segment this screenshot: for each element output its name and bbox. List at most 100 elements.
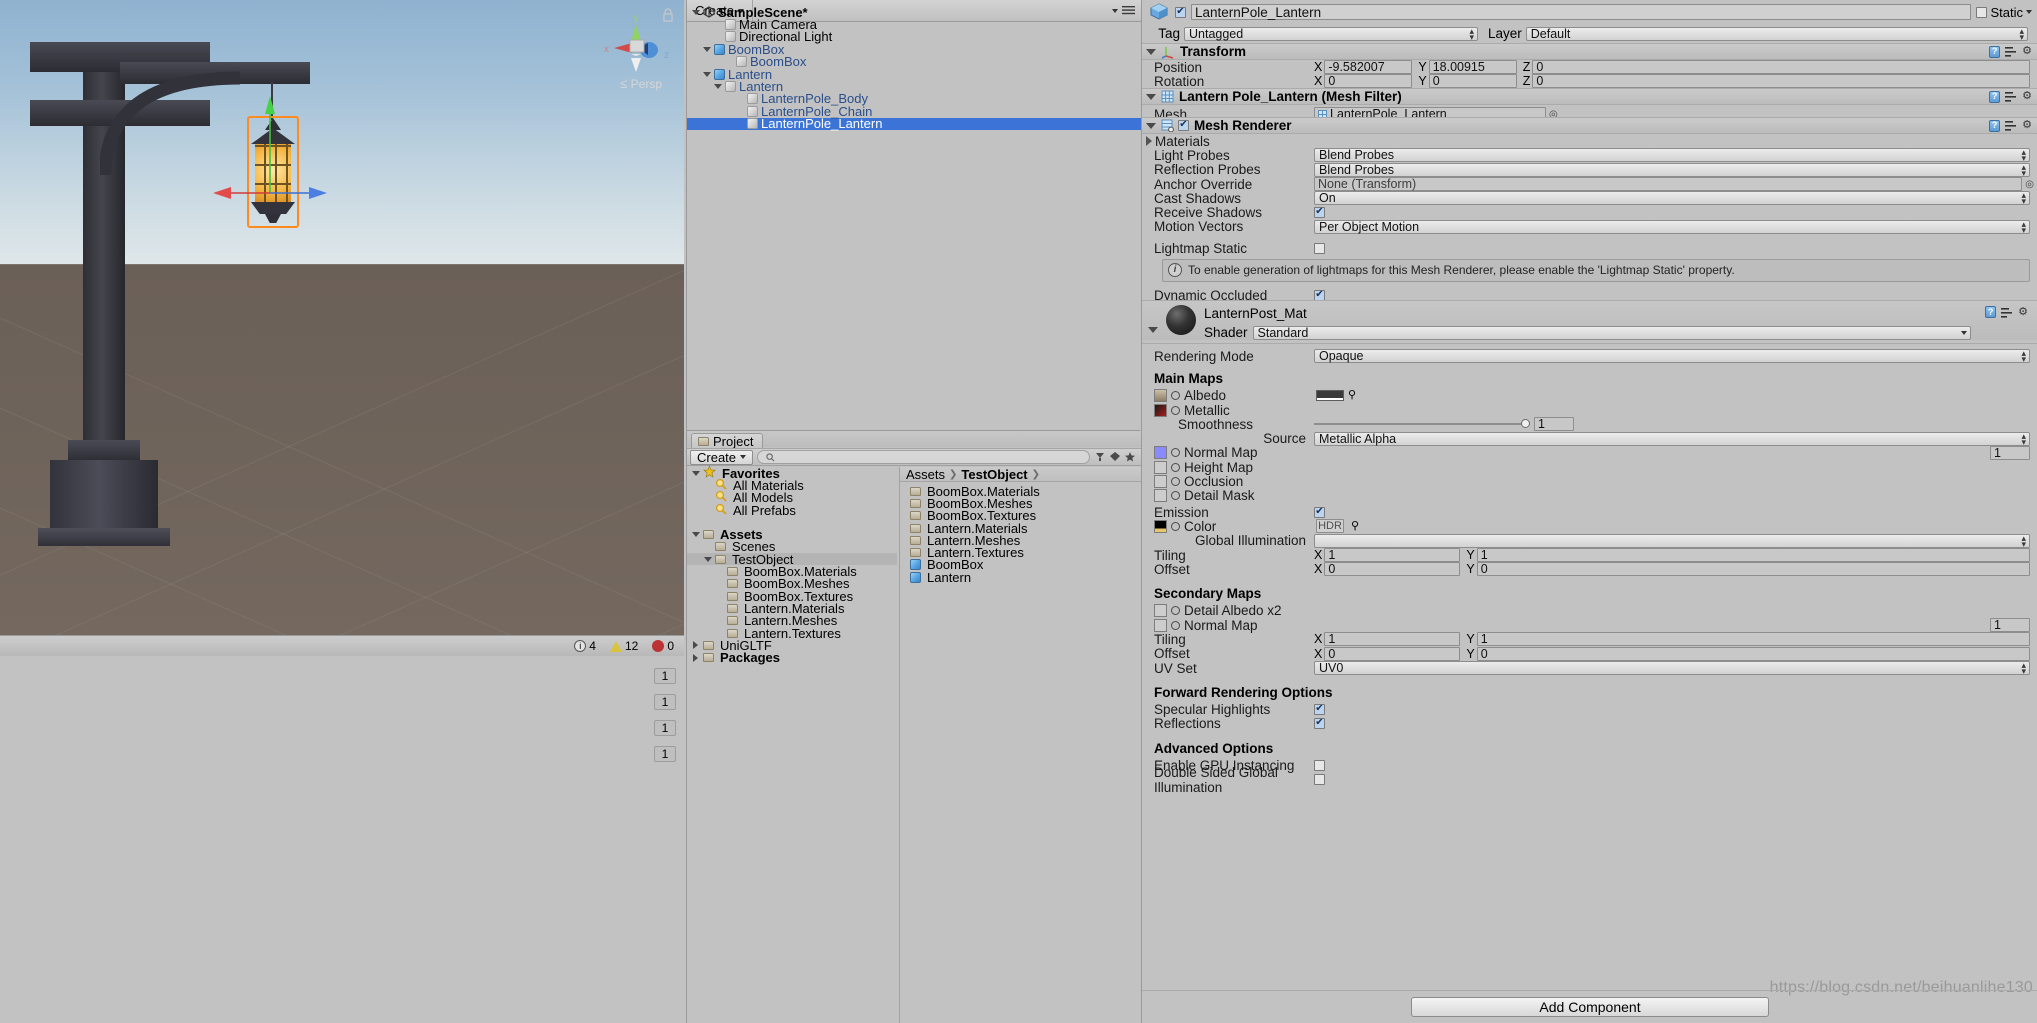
albedo-color-swatch[interactable] — [1316, 390, 1344, 401]
project-search-input[interactable] — [757, 450, 1090, 464]
detail-mask-toggle-icon[interactable] — [1171, 491, 1180, 500]
sec-tiling-x-field[interactable]: 1 — [1324, 632, 1460, 646]
foldout-down-icon[interactable] — [702, 70, 711, 79]
emission-checkbox[interactable] — [1314, 507, 1325, 518]
foldout-down-icon[interactable] — [1146, 49, 1156, 55]
value-box[interactable]: 1 — [654, 746, 676, 762]
sec-offset-x-field[interactable]: 0 — [1324, 647, 1460, 661]
receive-shadows-checkbox[interactable] — [1314, 207, 1325, 218]
metallic-toggle-icon[interactable] — [1171, 406, 1180, 415]
foldout-down-icon[interactable] — [1146, 123, 1156, 129]
breadcrumb[interactable]: Assets❯TestObject❯ — [900, 467, 1142, 482]
specular-highlights-checkbox[interactable] — [1314, 704, 1325, 715]
secondary-normal-toggle-icon[interactable] — [1171, 621, 1180, 630]
detail-albedo-texture-slot[interactable] — [1154, 604, 1167, 617]
detail-mask-texture-slot[interactable] — [1154, 489, 1167, 502]
motion-vectors-dropdown[interactable]: Per Object Motion▴▾ — [1314, 220, 2030, 234]
object-name-field[interactable]: LanternPole_Lantern — [1191, 4, 1971, 20]
hierarchy-item[interactable]: LanternPole_Lantern — [687, 118, 1141, 130]
tab-project[interactable]: Project — [691, 433, 763, 448]
lock-icon[interactable] — [662, 8, 674, 22]
value-box[interactable]: 1 — [654, 720, 676, 736]
smoothness-value-field[interactable]: 1 — [1534, 417, 1574, 431]
hierarchy-tree[interactable]: SampleScene*Main CameraDirectional Light… — [687, 6, 1141, 130]
sec-tiling-y-field[interactable]: 1 — [1477, 632, 2030, 646]
secondary-normal-value-field[interactable]: 1 — [1990, 618, 2030, 632]
metallic-texture-slot[interactable] — [1154, 404, 1167, 417]
object-picker-icon[interactable]: ◎ — [2025, 179, 2034, 190]
foldout-down-icon[interactable] — [1148, 327, 1158, 333]
project-tree-item[interactable]: Assets — [687, 528, 897, 540]
transform-y-field[interactable]: 18.00915 — [1429, 60, 1517, 74]
foldout-down-icon[interactable] — [713, 82, 722, 91]
foldout-down-icon[interactable] — [691, 469, 700, 478]
value-box[interactable]: 1 — [654, 668, 676, 684]
albedo-texture-slot[interactable] — [1154, 389, 1167, 402]
reflections-checkbox[interactable] — [1314, 718, 1325, 729]
height-map-texture-slot[interactable] — [1154, 461, 1167, 474]
mesh-renderer-header[interactable]: Mesh Renderer ? ⚙ — [1142, 117, 2037, 134]
double-sided-gi-checkbox[interactable] — [1314, 774, 1325, 785]
hierarchy-item[interactable]: Lantern — [687, 80, 1141, 92]
albedo-toggle-icon[interactable] — [1171, 391, 1180, 400]
hdr-color-field[interactable]: HDR — [1316, 519, 1344, 533]
transform-header[interactable]: Transform ? ⚙ — [1142, 43, 2037, 60]
preset-icon[interactable] — [2005, 120, 2017, 131]
add-component-button[interactable]: Add Component — [1411, 997, 1769, 1017]
eyedropper-icon[interactable]: ⚲ — [1348, 390, 1356, 401]
global-illumination-dropdown[interactable]: ▴▾ — [1314, 534, 2030, 548]
foldout-down-icon[interactable] — [691, 530, 700, 539]
transform-z-field[interactable]: 0 — [1532, 74, 2030, 88]
transform-z-field[interactable]: 0 — [1532, 60, 2030, 74]
breadcrumb-segment[interactable]: Assets — [906, 467, 945, 482]
occlusion-texture-slot[interactable] — [1154, 475, 1167, 488]
project-tree-item[interactable] — [687, 516, 897, 528]
value-box[interactable]: 1 — [654, 694, 676, 710]
foldout-right-icon[interactable] — [1146, 136, 1152, 146]
mesh-filter-header[interactable]: Lantern Pole_Lantern (Mesh Filter) ? ⚙ — [1142, 88, 2037, 105]
emission-color-toggle-icon[interactable] — [1171, 522, 1180, 531]
transform-x-field[interactable]: 0 — [1324, 74, 1412, 88]
offset-x-field[interactable]: 0 — [1324, 562, 1460, 576]
smoothness-slider[interactable] — [1314, 423, 1530, 425]
projection-mode-label[interactable]: ≤ Persp — [620, 76, 662, 91]
offset-y-field[interactable]: 0 — [1477, 562, 2030, 576]
foldout-right-icon[interactable] — [691, 641, 700, 650]
uv-set-dropdown[interactable]: UV0▴▾ — [1314, 661, 2030, 675]
foldout-down-icon[interactable] — [691, 8, 700, 17]
transform-y-field[interactable]: 0 — [1429, 74, 1517, 88]
info-badge[interactable]: i 4 — [570, 639, 600, 654]
occlusion-toggle-icon[interactable] — [1171, 477, 1180, 486]
normal-map-value-field[interactable]: 1 — [1990, 446, 2030, 460]
object-enabled-checkbox[interactable] — [1175, 7, 1186, 18]
rendering-mode-dropdown[interactable]: Opaque▴▾ — [1314, 349, 2030, 363]
help-icon[interactable]: ? — [1989, 91, 2000, 103]
project-tree-item[interactable]: Packages — [687, 651, 897, 663]
transform-x-field[interactable]: -9.582007 — [1324, 60, 1412, 74]
project-folder-tree[interactable]: FavoritesAll MaterialsAll ModelsAll Pref… — [687, 467, 897, 1023]
layer-dropdown[interactable]: Default▴▾ — [1526, 27, 2028, 41]
light-probes-dropdown[interactable]: Blend Probes▴▾ — [1314, 148, 2030, 162]
gear-icon[interactable]: ⚙ — [2022, 46, 2032, 57]
mesh-renderer-enabled-checkbox[interactable] — [1178, 120, 1189, 131]
chevron-down-icon[interactable] — [2026, 10, 2032, 14]
tag-dropdown[interactable]: Untagged▴▾ — [1184, 27, 1478, 41]
emission-texture-slot[interactable] — [1154, 520, 1167, 533]
project-tree-item[interactable]: Lantern.Textures — [687, 627, 897, 639]
eyedropper-icon[interactable]: ⚲ — [1351, 521, 1359, 532]
static-toggle[interactable]: Static — [1976, 5, 2032, 20]
help-icon[interactable]: ? — [1989, 46, 2000, 58]
scene-viewport[interactable]: y x z ≤ Persp — [0, 0, 684, 635]
hierarchy-item[interactable]: LanternPole_Chain — [687, 105, 1141, 117]
reflection-probes-dropdown[interactable]: Blend Probes▴▾ — [1314, 163, 2030, 177]
hierarchy-item[interactable]: LanternPole_Body — [687, 93, 1141, 105]
project-tree-item[interactable]: All Prefabs — [687, 504, 897, 516]
tiling-y-field[interactable]: 1 — [1477, 548, 2030, 562]
favorite-star-icon[interactable] — [1124, 451, 1136, 463]
foldout-down-icon[interactable] — [703, 555, 712, 564]
gear-icon[interactable]: ⚙ — [2022, 120, 2032, 131]
gear-icon[interactable]: ⚙ — [2022, 91, 2032, 102]
preset-icon[interactable] — [2001, 307, 2013, 318]
lightmap-static-checkbox[interactable] — [1314, 243, 1325, 254]
filter-type-icon[interactable] — [1094, 451, 1106, 463]
